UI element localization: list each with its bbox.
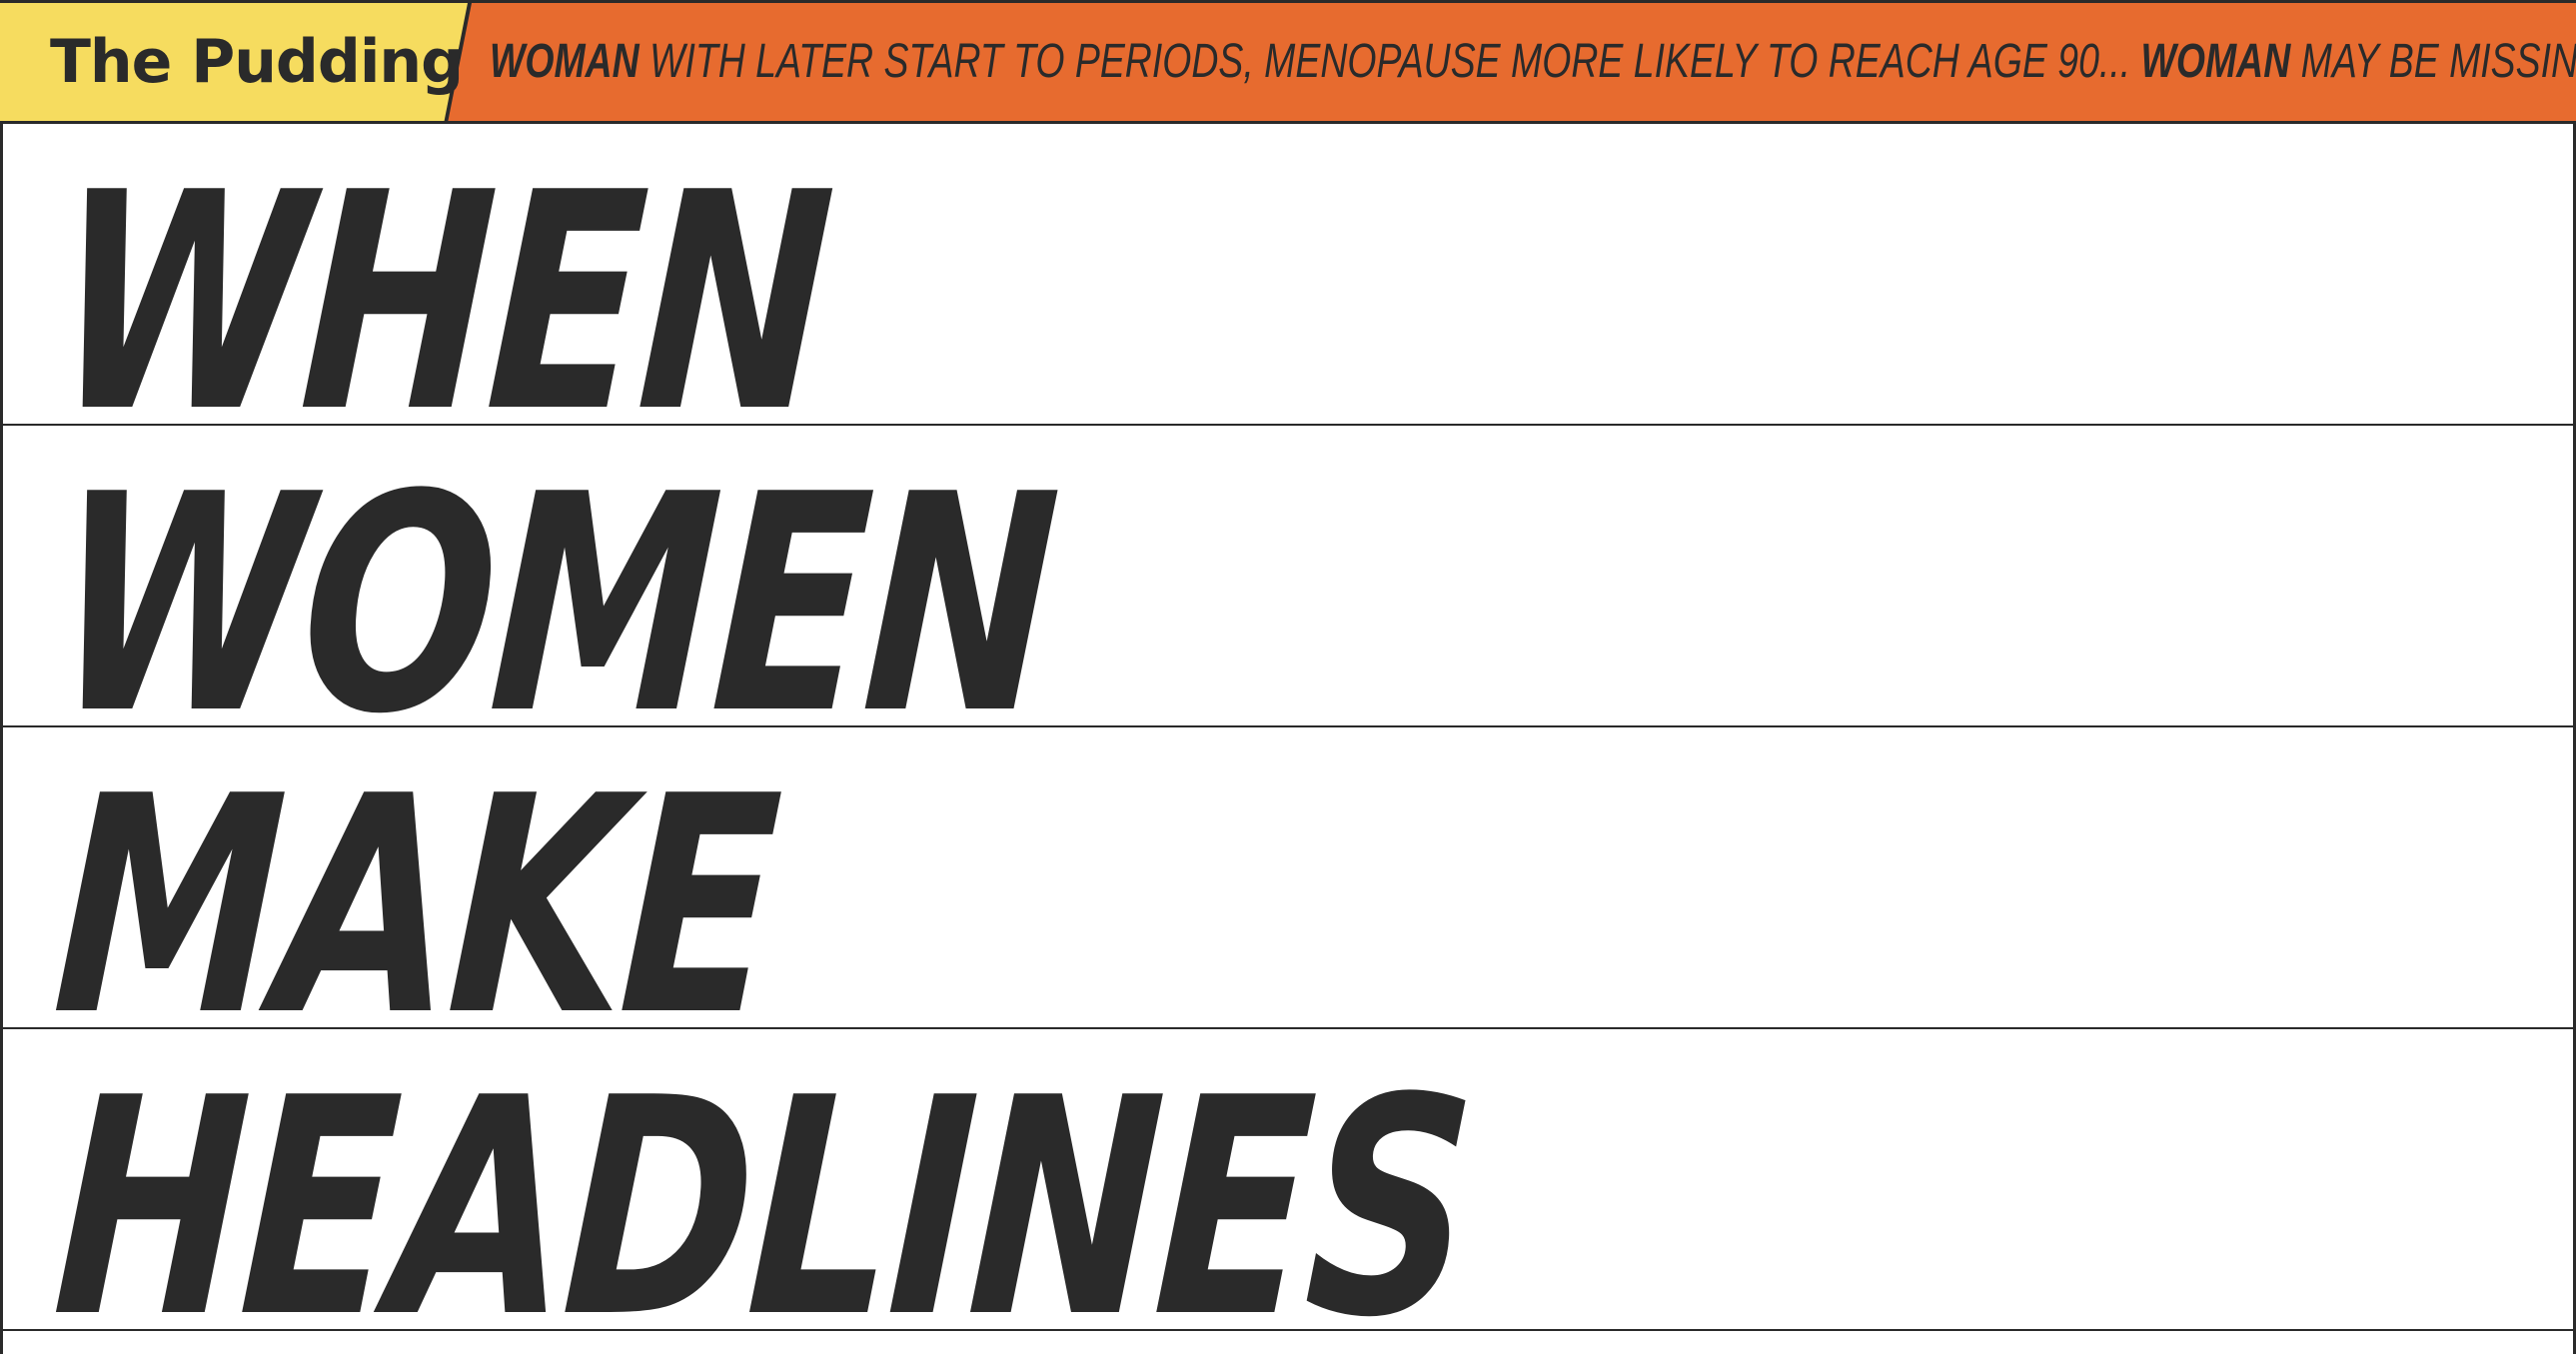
headline-ticker: WOMAN WITH LATER START TO PERIODS, MENOP… [490,3,2576,121]
hero-row: MAKE [3,727,2573,1081]
ticker-subject: WOMAN [2140,35,2291,88]
hero-row: HEADLINES [3,1029,2573,1354]
hero-row: WOMEN [3,426,2573,779]
ticker-subject: WOMAN [490,35,640,88]
hero-word: HEADLINES [47,1034,1478,1354]
hero-word: WOMEN [47,431,1061,779]
hero-word: MAKE [47,732,783,1081]
page: The Pudding WOMAN WITH LATER START TO PE… [0,0,2576,1354]
hero-word: WHEN [47,129,836,478]
hero-row: WHEN [3,124,2573,478]
hero-title: WHEN WOMEN MAKE HEADLINES [0,124,2576,1354]
ticker-headline: MAY BE MISSING O [2300,35,2576,88]
ticker-headline: WITH LATER START TO PERIODS, MENOPAUSE M… [639,35,2141,88]
pudding-logo-text[interactable]: The Pudding [50,27,464,97]
top-bar: The Pudding WOMAN WITH LATER START TO PE… [0,0,2576,124]
